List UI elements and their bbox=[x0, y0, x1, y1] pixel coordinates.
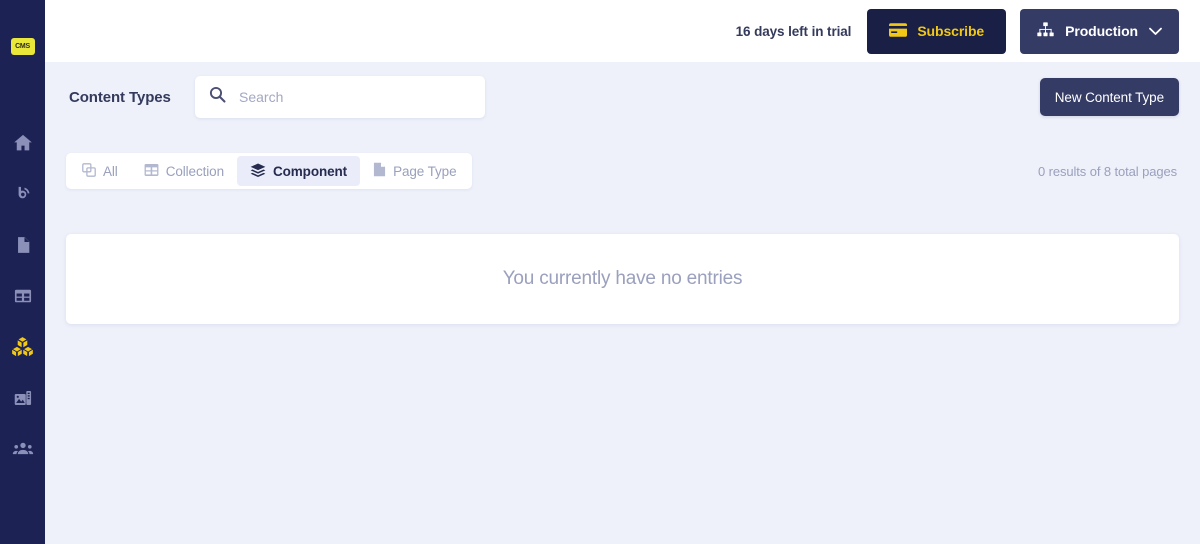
tab-component[interactable]: Component bbox=[236, 156, 361, 186]
layers-icon bbox=[250, 163, 266, 180]
top-bar: 16 days left in trial Subscribe Producti… bbox=[45, 0, 1200, 62]
page-title: Content Types bbox=[69, 88, 171, 106]
subscribe-button[interactable]: Subscribe bbox=[867, 8, 1007, 54]
page-icon bbox=[373, 162, 386, 180]
table-icon bbox=[144, 163, 159, 180]
environment-label: Production bbox=[1065, 23, 1138, 39]
main-area: 16 days left in trial Subscribe Producti… bbox=[45, 0, 1200, 544]
empty-state-card: You currently have no entries bbox=[66, 234, 1179, 324]
document-icon bbox=[12, 234, 34, 256]
broadcast-icon bbox=[12, 183, 34, 205]
sitemap-icon bbox=[1037, 22, 1054, 40]
sidebar: CMS bbox=[0, 0, 45, 544]
subscribe-label: Subscribe bbox=[917, 23, 985, 39]
sidebar-item-pages[interactable] bbox=[0, 219, 45, 270]
sidebar-nav bbox=[0, 117, 45, 474]
cubes-icon bbox=[11, 335, 34, 358]
environment-selector[interactable]: Production bbox=[1020, 8, 1179, 54]
content-type-filter-tabs: All Collection Component Page Type bbox=[66, 153, 473, 189]
copy-icon bbox=[82, 162, 96, 180]
media-image-icon bbox=[12, 387, 34, 409]
chevron-down-icon bbox=[1149, 24, 1162, 39]
tab-component-label: Component bbox=[272, 163, 348, 179]
tab-collection[interactable]: Collection bbox=[131, 156, 237, 186]
home-icon bbox=[12, 132, 34, 154]
filter-row: All Collection Component Page Type 0 res… bbox=[66, 146, 1179, 196]
app-logo[interactable]: CMS bbox=[10, 38, 35, 55]
sidebar-item-collections[interactable] bbox=[0, 270, 45, 321]
tab-all-label: All bbox=[103, 163, 118, 179]
tab-page-type[interactable]: Page Type bbox=[360, 156, 469, 186]
sidebar-item-home[interactable] bbox=[0, 117, 45, 168]
sidebar-item-components[interactable] bbox=[0, 321, 45, 372]
search-box[interactable] bbox=[195, 76, 485, 118]
empty-state-message: You currently have no entries bbox=[502, 268, 743, 289]
search-icon bbox=[209, 86, 226, 108]
tab-collection-label: Collection bbox=[165, 163, 224, 179]
table-grid-icon bbox=[12, 285, 34, 307]
users-icon bbox=[12, 438, 34, 460]
new-content-type-button[interactable]: New Content Type bbox=[1039, 78, 1179, 116]
sidebar-item-media[interactable] bbox=[0, 372, 45, 423]
tab-all[interactable]: All bbox=[69, 156, 131, 186]
app-root: CMS 16 days left in trial Subscribe Prod… bbox=[0, 0, 1200, 544]
results-count: 0 results of 8 total pages bbox=[1037, 163, 1177, 179]
sidebar-item-broadcast[interactable] bbox=[0, 168, 45, 219]
trial-status-text: 16 days left in trial bbox=[735, 23, 852, 39]
search-input[interactable] bbox=[239, 89, 471, 105]
credit-card-icon bbox=[889, 22, 908, 40]
header-row: Content Types New Content Type bbox=[66, 62, 1179, 132]
tab-page-type-label: Page Type bbox=[393, 163, 457, 179]
sidebar-item-users[interactable] bbox=[0, 423, 45, 474]
content-area: Content Types New Content Type bbox=[45, 62, 1200, 544]
app-logo-text: CMS bbox=[15, 43, 30, 50]
